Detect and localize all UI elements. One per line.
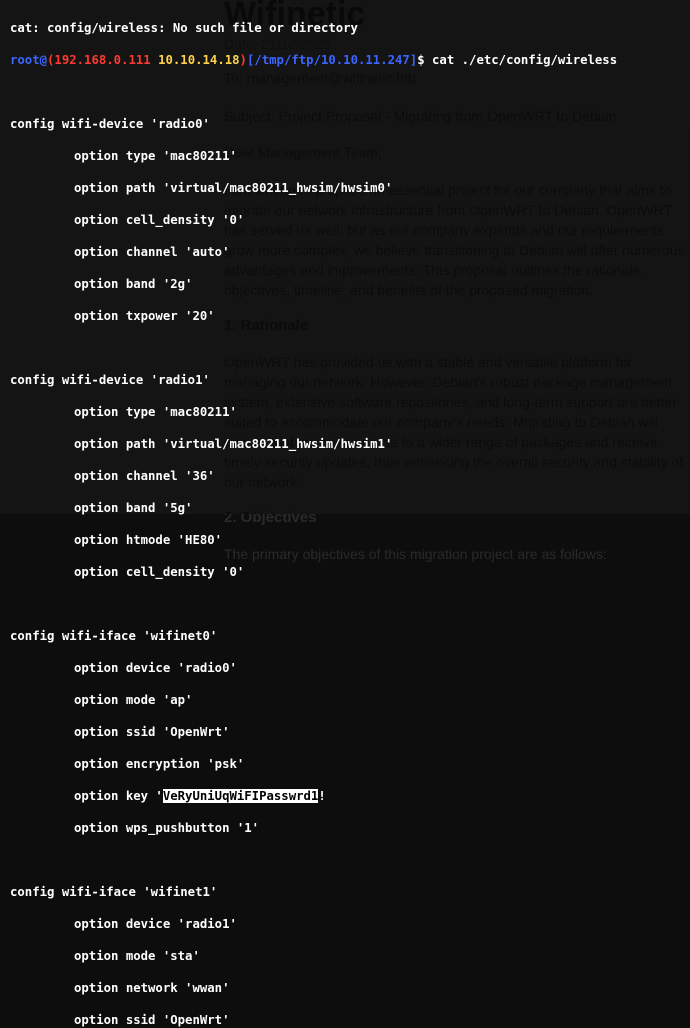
cfg-if1-opt: option network 'wwan' bbox=[74, 980, 229, 996]
terminal-error-line: cat: config/wireless: No such file or di… bbox=[10, 20, 680, 36]
prompt-path: [/tmp/ftp/10.10.11.247] bbox=[247, 53, 417, 67]
cfg-dev0-opt: option band '2g' bbox=[74, 276, 192, 292]
terminal[interactable]: cat: config/wireless: No such file or di… bbox=[0, 0, 690, 514]
cfg-dev1-opt: option type 'mac80211' bbox=[74, 404, 237, 420]
cfg-if1-opt: option mode 'sta' bbox=[74, 948, 200, 964]
cfg-dev1-opt: option cell_density '0' bbox=[74, 564, 244, 580]
prompt-host-a: (192.168.0.111 bbox=[47, 53, 158, 67]
cfg-if0-key-line: option key 'VeRyUniUqWiFIPasswrd1! bbox=[74, 788, 326, 804]
cfg-if0-opt: option encryption 'psk' bbox=[74, 756, 244, 772]
prompt-sep: $ bbox=[417, 53, 432, 67]
cfg-if0-opt: option mode 'ap' bbox=[74, 692, 192, 708]
cfg-dev0-opt: option path 'virtual/mac80211_hwsim/hwsi… bbox=[74, 180, 392, 196]
cfg-dev0-head: config wifi-device 'radio0' bbox=[10, 116, 680, 132]
cfg-dev1-head: config wifi-device 'radio1' bbox=[10, 372, 680, 388]
cfg-dev0-opt: option cell_density '0' bbox=[74, 212, 244, 228]
terminal-prompt-line: root@(192.168.0.111 10.10.14.18)[/tmp/ft… bbox=[10, 52, 680, 68]
cfg-dev0-opt: option type 'mac80211' bbox=[74, 148, 237, 164]
cfg-if0-key-suffix: ! bbox=[318, 789, 325, 803]
cfg-if0-opt: option ssid 'OpenWrt' bbox=[74, 724, 229, 740]
cfg-if1-opt: option ssid 'OpenWrt' bbox=[74, 1012, 229, 1028]
prompt-close: ) bbox=[240, 53, 247, 67]
prompt-user: root@ bbox=[10, 53, 47, 67]
cfg-if0-head: config wifi-iface 'wifinet0' bbox=[10, 628, 680, 644]
cfg-dev1-opt: option path 'virtual/mac80211_hwsim/hwsi… bbox=[74, 436, 392, 452]
cfg-dev0-opt: option txpower '20' bbox=[74, 308, 215, 324]
cfg-if0-opt: option device 'radio0' bbox=[74, 660, 237, 676]
cfg-dev0-opt: option channel 'auto' bbox=[74, 244, 229, 260]
cfg-if1-opt: option device 'radio1' bbox=[74, 916, 237, 932]
cfg-if0-key-prefix: option key ' bbox=[74, 789, 163, 803]
cfg-dev1-opt: option channel '36' bbox=[74, 468, 215, 484]
cfg-dev1-opt: option htmode 'HE80' bbox=[74, 532, 222, 548]
prompt-host-b: 10.10.14.18 bbox=[158, 53, 239, 67]
cfg-if0-opt: option wps_pushbutton '1' bbox=[74, 820, 259, 836]
cfg-if1-head: config wifi-iface 'wifinet1' bbox=[10, 884, 680, 900]
prompt-cmd: cat ./etc/config/wireless bbox=[432, 53, 617, 67]
cfg-if0-key-value[interactable]: VeRyUniUqWiFIPasswrd1 bbox=[163, 789, 318, 803]
